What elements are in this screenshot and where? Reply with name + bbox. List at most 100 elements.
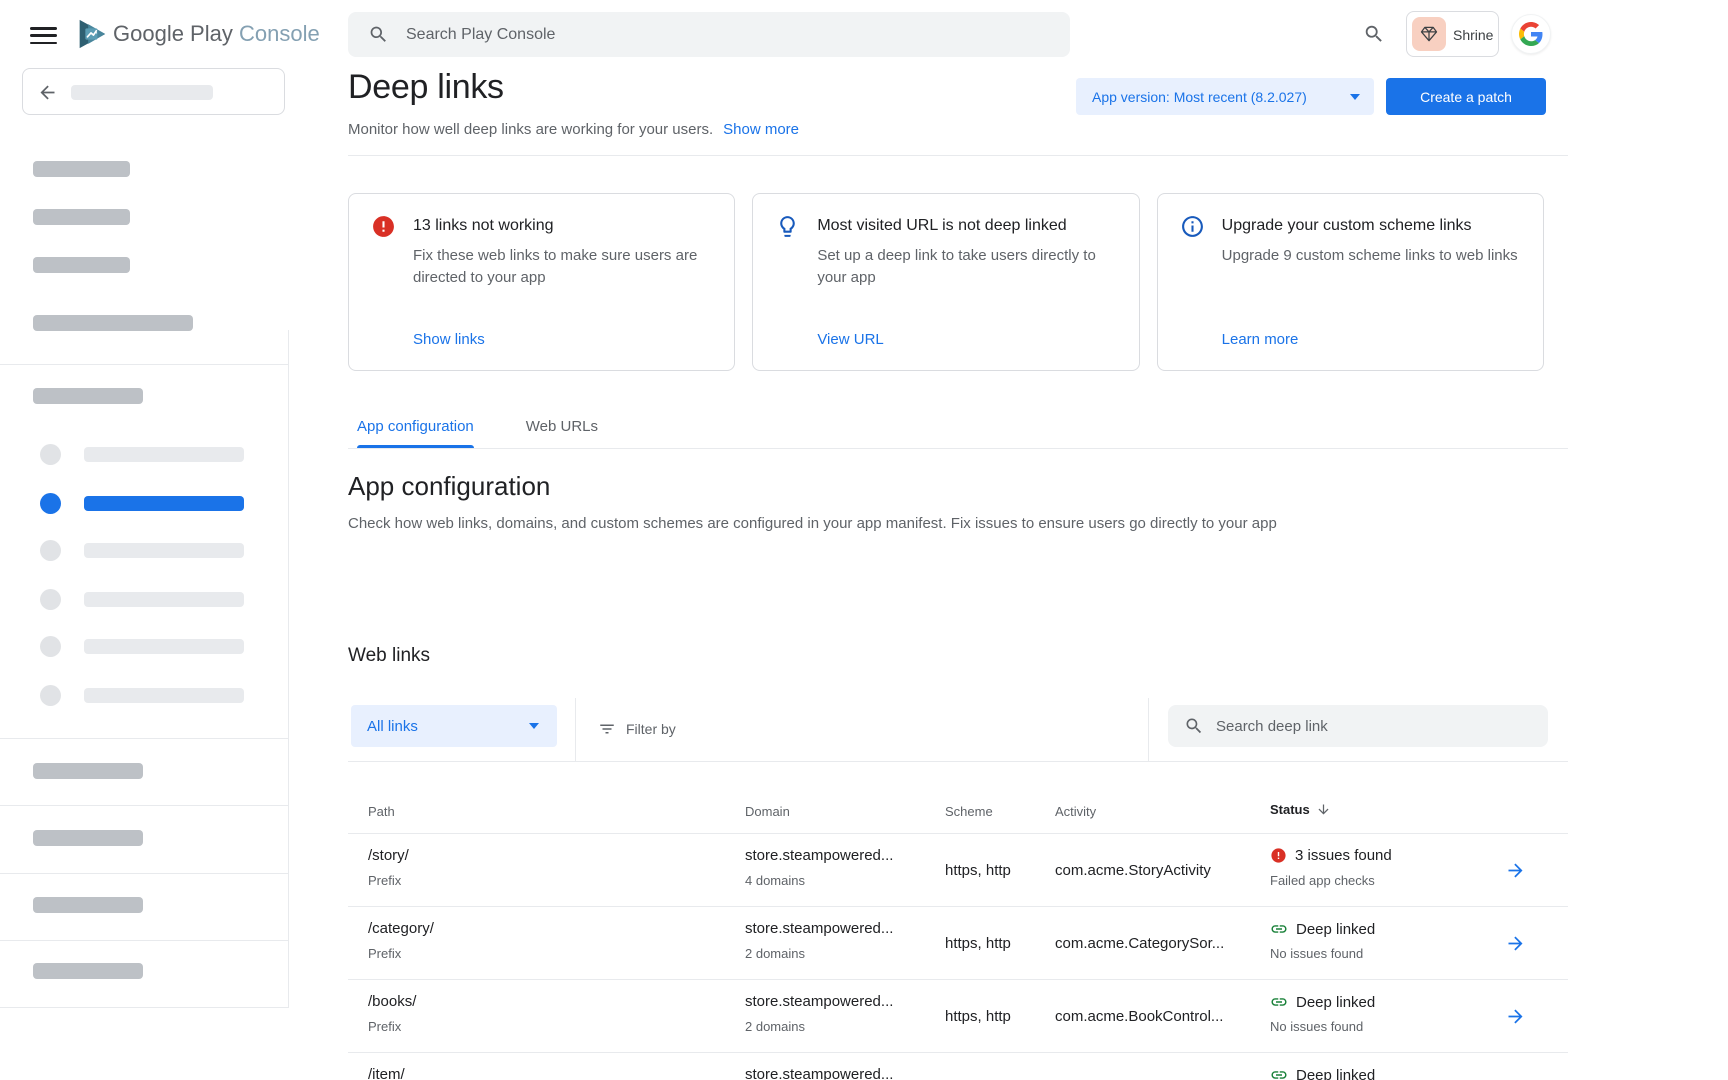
sidebar-item[interactable]	[0, 685, 289, 719]
create-patch-button[interactable]: Create a patch	[1386, 78, 1546, 115]
skeleton-bar	[33, 963, 143, 979]
search-icon	[1184, 716, 1204, 736]
column-header-status[interactable]: Status	[1270, 802, 1331, 817]
column-header-path[interactable]: Path	[368, 804, 395, 819]
error-icon	[371, 214, 396, 244]
deep-link-search-input[interactable]	[1216, 705, 1536, 747]
table-row[interactable]: /category/ Prefix store.steampowered... …	[348, 907, 1568, 980]
play-console-logo-icon	[74, 16, 108, 57]
deep-link-path: /books/	[368, 993, 416, 1010]
google-account-avatar[interactable]	[1511, 14, 1551, 54]
sidebar-item[interactable]	[0, 540, 289, 574]
sidebar-item-active[interactable]	[0, 493, 289, 527]
app-selector[interactable]: Shrine	[1406, 11, 1499, 57]
tab-app-configuration[interactable]: App configuration	[357, 410, 474, 448]
arrow-right-icon[interactable]	[1505, 1006, 1526, 1027]
domain-value: store.steampowered...	[745, 920, 893, 937]
lightbulb-icon	[775, 214, 800, 244]
info-icon	[1180, 214, 1205, 244]
domains-count: 2 domains	[745, 946, 805, 961]
status-cell: Deep linked	[1270, 1053, 1505, 1080]
tab-web-urls[interactable]: Web URLs	[526, 410, 598, 448]
links-filter-dropdown[interactable]: All links	[351, 705, 557, 747]
table-row[interactable]: /item/ store.steampowered... Deep linked	[348, 1053, 1568, 1080]
domain-cell: store.steampowered... 4 domains	[745, 834, 945, 907]
show-more-link[interactable]: Show more	[723, 121, 799, 138]
status-detail: Failed app checks	[1270, 873, 1375, 888]
sidebar-border	[288, 330, 289, 1008]
card-body: Fix these web links to make sure users a…	[413, 245, 718, 289]
card-title: Most visited URL is not deep linked	[817, 217, 1066, 235]
web-links-table: Path Domain Scheme Activity Status /stor…	[348, 762, 1568, 1080]
google-g-icon	[1519, 22, 1543, 46]
arrow-cell	[1505, 907, 1568, 980]
global-search-input[interactable]	[406, 12, 1046, 57]
status-text: Deep linked	[1296, 994, 1375, 1011]
search-icon[interactable]	[1363, 23, 1385, 50]
learn-more-link[interactable]: Learn more	[1222, 331, 1299, 348]
domains-count: 4 domains	[745, 873, 805, 888]
web-links-toolbar: All links Filter by	[348, 698, 1568, 762]
deep-linked-icon	[1270, 920, 1288, 938]
view-url-link[interactable]: View URL	[817, 331, 883, 348]
path-cell: /category/ Prefix	[368, 907, 725, 980]
domain-value: store.steampowered...	[745, 993, 893, 1010]
page-subtitle: Monitor how well deep links are working …	[348, 121, 799, 138]
chevron-down-icon	[1350, 94, 1360, 100]
table-header: Path Domain Scheme Activity Status	[348, 762, 1568, 834]
sidebar-item[interactable]	[0, 444, 289, 478]
status-cell: 3 issues found Failed app checks	[1270, 834, 1505, 907]
skeleton-bar	[33, 209, 130, 225]
arrow-right-icon[interactable]	[1505, 860, 1526, 881]
domains-count: 2 domains	[745, 1019, 805, 1034]
path-cell: /books/ Prefix	[368, 980, 725, 1053]
filter-icon	[598, 720, 616, 738]
skeleton-bar	[33, 388, 143, 404]
sidebar-item[interactable]	[0, 589, 289, 623]
section-description: Check how web links, domains, and custom…	[348, 515, 1448, 532]
arrow-right-icon[interactable]	[1505, 933, 1526, 954]
skeleton-bar	[71, 85, 213, 100]
table-row[interactable]: /story/ Prefix store.steampowered... 4 d…	[348, 834, 1568, 907]
scheme-value	[945, 1053, 1055, 1080]
app-version-selector[interactable]: App version: Most recent (8.2.027)	[1076, 78, 1374, 115]
show-links-link[interactable]: Show links	[413, 331, 485, 348]
header-divider	[348, 155, 1568, 156]
menu-icon[interactable]	[30, 27, 57, 44]
column-header-activity[interactable]: Activity	[1055, 804, 1096, 819]
links-filter-value: All links	[367, 718, 418, 735]
toolbar-divider	[1148, 698, 1149, 762]
page-title: Deep links	[348, 68, 504, 107]
sidebar-divider	[0, 1007, 289, 1008]
app-version-label: App version: Most recent (8.2.027)	[1092, 89, 1307, 105]
sort-descending-icon	[1316, 802, 1331, 817]
chevron-down-icon	[529, 723, 539, 729]
links-not-working-card: 13 links not working Fix these web links…	[348, 193, 735, 371]
column-header-domain[interactable]: Domain	[745, 804, 790, 819]
column-header-scheme[interactable]: Scheme	[945, 804, 993, 819]
domain-value: store.steampowered...	[745, 847, 893, 864]
status-detail: No issues found	[1270, 1019, 1363, 1034]
card-body: Set up a deep link to take users directl…	[817, 245, 1122, 289]
app-name: Shrine	[1453, 27, 1493, 43]
back-button[interactable]	[22, 68, 285, 115]
scheme-value: https, http	[945, 907, 1055, 980]
skeleton-bar	[33, 830, 143, 846]
web-links-heading: Web links	[348, 645, 430, 667]
sidebar-divider	[0, 940, 289, 941]
path-type: Prefix	[368, 873, 401, 888]
path-type: Prefix	[368, 946, 401, 961]
activity-value: com.acme.CategorySor...	[1055, 907, 1270, 980]
domain-value: store.steampowered...	[745, 1066, 893, 1080]
sidebar-item[interactable]	[0, 636, 289, 670]
domain-cell: store.steampowered... 2 domains	[745, 907, 945, 980]
play-console-deep-links-page: Google Play Console	[0, 0, 1728, 1080]
filter-by-label: Filter by	[626, 721, 676, 737]
filter-by-button[interactable]: Filter by	[598, 720, 676, 738]
status-text: Deep linked	[1296, 1067, 1375, 1080]
table-row[interactable]: /books/ Prefix store.steampowered... 2 d…	[348, 980, 1568, 1053]
path-cell: /item/	[368, 1053, 725, 1080]
sidebar-divider	[0, 873, 289, 874]
deep-link-path: /story/	[368, 847, 409, 864]
card-title: Upgrade your custom scheme links	[1222, 217, 1472, 235]
